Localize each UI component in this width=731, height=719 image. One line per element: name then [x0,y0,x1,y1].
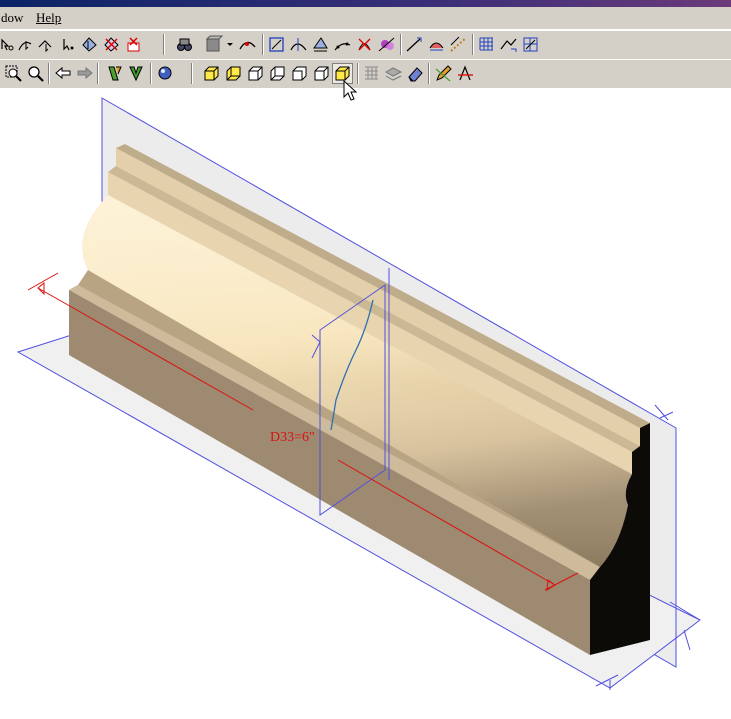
select-arrow-icon[interactable] [59,35,78,54]
curve-tool-icon[interactable] [238,35,257,54]
select-edge-icon[interactable] [37,35,56,54]
view-back-icon[interactable] [268,64,287,83]
window-title-bar [0,0,731,7]
menu-window[interactable]: dow [1,10,23,26]
select-point-icon[interactable] [0,35,17,54]
grid-c-icon[interactable] [521,35,540,54]
menu-help[interactable]: Help [36,10,61,26]
zoom-icon[interactable] [26,64,45,83]
toolbar-selection [0,30,731,60]
sweep-yellow-icon[interactable] [127,64,146,83]
zoom-window-icon[interactable] [4,64,23,83]
dropdown-arrow-icon[interactable] [225,35,235,54]
curve-e-icon[interactable] [355,35,374,54]
pencil-icon[interactable] [434,64,453,83]
dimension-label: D33=6" [270,430,315,445]
toolbar-view [0,59,731,89]
curve-h-icon[interactable] [427,35,446,54]
layers-icon[interactable] [384,64,403,83]
back-arrow-icon[interactable] [54,64,73,83]
menu-bar: dow Help [0,7,731,30]
deselect-icon[interactable] [102,35,121,54]
delete-select-icon[interactable] [124,35,143,54]
curve-i-icon[interactable] [449,35,468,54]
hatch-icon[interactable] [362,64,381,83]
curve-a-icon[interactable] [267,35,286,54]
curve-b-icon[interactable] [289,35,308,54]
view-side-1-icon[interactable] [290,64,309,83]
eraser-icon[interactable] [406,64,425,83]
curve-g-icon[interactable] [405,35,424,54]
mouse-cursor-icon [343,80,358,101]
3d-viewport[interactable]: D33=6" [0,88,731,719]
grid-a-icon[interactable] [477,35,496,54]
view-iso-2-icon[interactable] [224,64,243,83]
render-icon[interactable] [156,64,175,83]
view-side-2-icon[interactable] [312,64,331,83]
curve-d-icon[interactable] [333,35,352,54]
view-front-icon[interactable] [246,64,265,83]
binoculars-icon[interactable] [175,35,194,54]
measure-icon[interactable] [456,64,475,83]
grid-b-icon[interactable] [499,35,518,54]
select-curve-icon[interactable] [16,35,35,54]
select-face-icon[interactable] [80,35,99,54]
curve-f-icon[interactable] [377,35,396,54]
forward-arrow-icon[interactable] [75,64,94,83]
curve-c-icon[interactable] [311,35,330,54]
sweep-green-icon[interactable] [106,64,125,83]
view-iso-1-icon[interactable] [202,64,221,83]
shaded-box-icon[interactable] [204,35,223,54]
